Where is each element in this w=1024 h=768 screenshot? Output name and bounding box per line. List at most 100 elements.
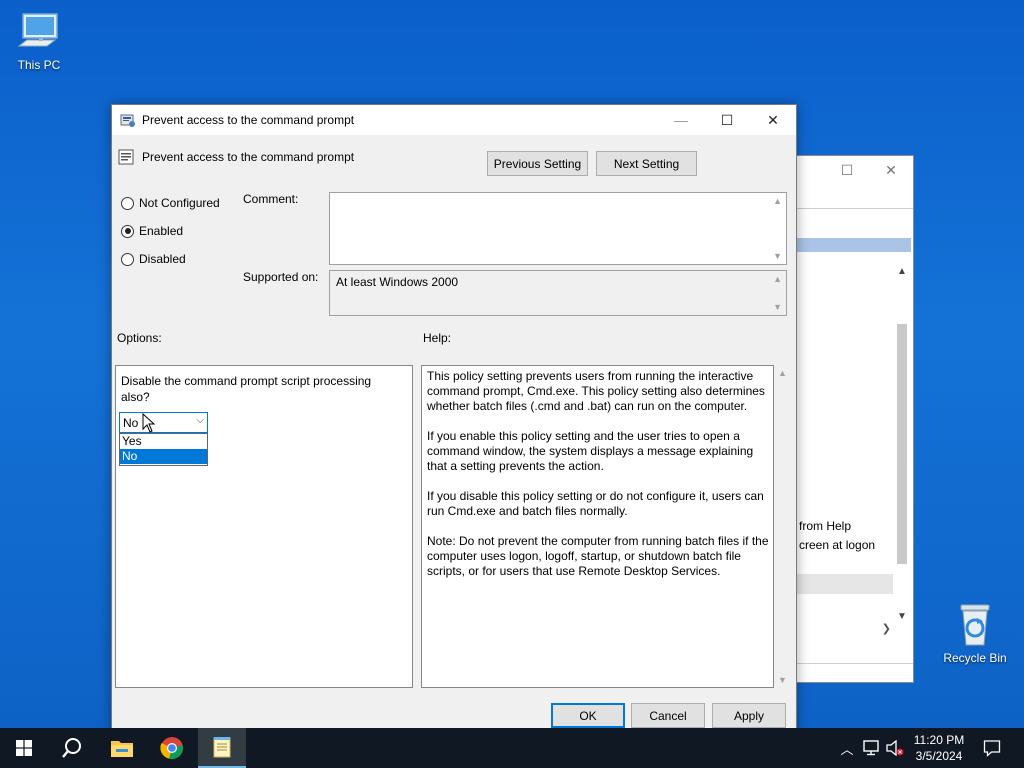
- maximize-icon: ☐: [720, 111, 734, 128]
- previous-setting-button[interactable]: Previous Setting: [487, 151, 588, 176]
- volume-button[interactable]: [884, 728, 906, 768]
- help-paragraph: Note: Do not prevent the computer from r…: [427, 534, 769, 578]
- chrome-icon: [160, 737, 183, 759]
- options-label: Options:: [117, 331, 162, 345]
- background-window[interactable]: ☐ ✕ from Help creen at logon ▲ ▼ ❯: [780, 155, 914, 683]
- clock-time: 11:20 PM: [913, 733, 965, 747]
- radio-indicator[interactable]: [121, 196, 134, 210]
- radio-label: Enabled: [139, 224, 184, 238]
- policy-header: Prevent access to the command prompt: [118, 149, 354, 165]
- list-item[interactable]: from Help: [799, 519, 851, 533]
- notepad-icon: [213, 737, 231, 758]
- volume-muted-icon: [886, 740, 904, 756]
- close-icon: ✕: [767, 111, 779, 128]
- scroll-up-icon[interactable]: ▲: [773, 274, 782, 284]
- this-pc-icon: [17, 13, 58, 47]
- mouse-cursor-icon: [142, 413, 156, 433]
- help-paragraph: If you enable this policy setting and th…: [427, 429, 754, 473]
- action-center-button[interactable]: [978, 728, 1006, 768]
- apply-button[interactable]: Apply: [712, 703, 786, 728]
- policy-icon: [120, 114, 135, 127]
- network-button[interactable]: [860, 728, 882, 768]
- supported-scrollbar[interactable]: ▲ ▼: [770, 271, 786, 315]
- help-label: Help:: [423, 331, 452, 345]
- policy-name: Prevent access to the command prompt: [142, 150, 355, 164]
- radio-label: Not Configured: [139, 196, 220, 210]
- notification-icon: [983, 740, 1001, 757]
- close-button[interactable]: ✕: [750, 105, 796, 135]
- radio-disabled[interactable]: Disabled: [121, 252, 186, 266]
- maximize-button[interactable]: ☐: [704, 105, 750, 135]
- chrome-button[interactable]: [148, 728, 196, 768]
- this-pc-shortcut[interactable]: This PC: [1, 10, 77, 72]
- maximize-icon[interactable]: ☐: [837, 162, 857, 180]
- scroll-down-icon[interactable]: ▼: [773, 251, 782, 261]
- status-divider: [781, 663, 913, 664]
- help-scrollbar[interactable]: ▲ ▼: [775, 365, 789, 688]
- select-value: No: [123, 415, 139, 430]
- system-clock[interactable]: 11:20 PM 3/5/2024: [906, 732, 972, 764]
- dropdown-option-yes[interactable]: Yes: [120, 434, 207, 449]
- recycle-bin-shortcut[interactable]: Recycle Bin: [937, 601, 1013, 665]
- scroll-up-icon[interactable]: ▲: [778, 368, 787, 378]
- radio-enabled[interactable]: Enabled: [121, 224, 183, 238]
- file-explorer-button[interactable]: [98, 728, 146, 768]
- desktop: This PC Recycle Bin ☐ ✕ from Help creen …: [0, 0, 1024, 728]
- help-paragraph: If you disable this policy setting or do…: [427, 489, 764, 518]
- toolbar-divider: [781, 208, 913, 209]
- recycle-bin-icon: [960, 604, 990, 646]
- search-icon: [62, 738, 81, 758]
- start-button[interactable]: [0, 728, 48, 768]
- supported-on-value: At least Windows 2000: [336, 275, 459, 289]
- supported-on-label: Supported on:: [243, 270, 319, 284]
- clock-date: 3/5/2024: [915, 749, 963, 763]
- comment-field[interactable]: ▲ ▼: [329, 192, 787, 265]
- chevron-down-icon[interactable]: ⌵: [196, 415, 204, 426]
- scroll-up-icon[interactable]: ▲: [773, 196, 782, 206]
- scrollbar-thumb[interactable]: [897, 324, 907, 564]
- help-paragraph: This policy setting prevents users from …: [427, 369, 765, 413]
- dialog-titlebar[interactable]: Prevent access to the command prompt — ☐…: [112, 105, 796, 135]
- list-header-highlight: [795, 238, 911, 252]
- scroll-down-icon[interactable]: ▼: [773, 302, 782, 312]
- network-icon: [863, 740, 879, 756]
- radio-label: Disabled: [139, 252, 186, 266]
- start-icon: [16, 740, 32, 756]
- policy-dialog[interactable]: Prevent access to the command prompt — ☐…: [111, 104, 797, 728]
- list-item[interactable]: creen at logon: [799, 538, 875, 552]
- dropdown-option-no[interactable]: No: [120, 449, 207, 464]
- notepad-button[interactable]: [198, 728, 246, 768]
- supported-on-field: At least Windows 2000 ▲ ▼: [329, 270, 787, 316]
- help-text: This policy setting prevents users from …: [427, 369, 769, 594]
- comment-scrollbar[interactable]: ▲ ▼: [770, 193, 786, 264]
- radio-indicator[interactable]: [121, 252, 134, 266]
- radio-indicator[interactable]: [121, 224, 134, 238]
- close-icon[interactable]: ✕: [881, 162, 901, 180]
- next-setting-button[interactable]: Next Setting: [596, 151, 697, 176]
- search-button[interactable]: [48, 728, 96, 768]
- option-description: Disable the command prompt script proces…: [121, 374, 372, 404]
- scroll-up-icon[interactable]: ▲: [897, 266, 907, 277]
- background-window-titlebar[interactable]: ☐ ✕: [781, 156, 913, 186]
- select-dropdown-list[interactable]: Yes No: [119, 433, 208, 466]
- script-processing-select[interactable]: No ⌵: [119, 412, 208, 433]
- vertical-scrollbar[interactable]: ▲ ▼: [895, 264, 909, 624]
- list-row-highlight: [795, 574, 893, 594]
- file-explorer-icon: [111, 741, 133, 757]
- scroll-down-icon[interactable]: ▼: [897, 611, 907, 622]
- minimize-button[interactable]: —: [658, 105, 704, 135]
- scroll-right-icon[interactable]: ❯: [882, 622, 891, 635]
- setting-icon: [118, 149, 134, 165]
- this-pc-label: This PC: [17, 58, 61, 72]
- cancel-button[interactable]: Cancel: [631, 703, 705, 728]
- chevron-up-icon: ︿: [840, 741, 854, 757]
- recycle-bin-label: Recycle Bin: [943, 651, 1007, 665]
- ok-button[interactable]: OK: [551, 703, 625, 728]
- minimize-icon: —: [674, 112, 688, 128]
- scroll-down-icon[interactable]: ▼: [778, 675, 787, 685]
- show-hidden-icons-button[interactable]: ︿: [838, 728, 856, 768]
- radio-not-configured[interactable]: Not Configured: [121, 196, 220, 210]
- dialog-title: Prevent access to the command prompt: [142, 113, 355, 127]
- options-panel: Disable the command prompt script proces…: [115, 365, 413, 688]
- comment-label: Comment:: [243, 192, 299, 206]
